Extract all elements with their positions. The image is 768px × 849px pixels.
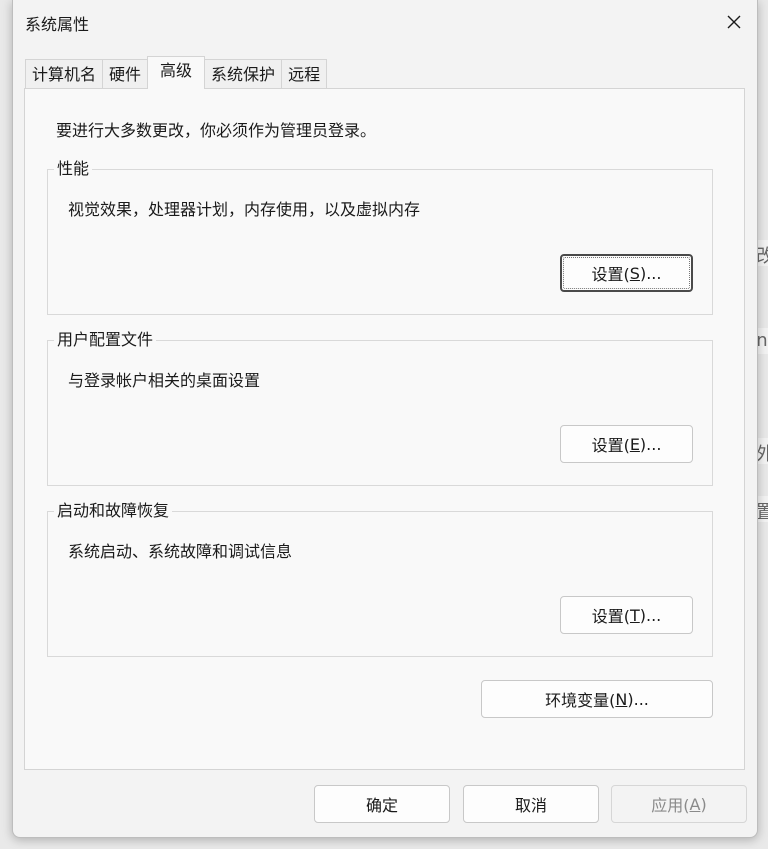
user-profile-group: 用户配置文件 与登录帐户相关的桌面设置 设置(E)...: [47, 330, 713, 486]
system-properties-dialog: 系统属性 计算机名 硬件 高级 系统保护 远程 要进行大多数更改，你必须作为管理…: [12, 0, 758, 838]
accelerator-key: T: [629, 605, 640, 625]
button-label-suffix: )...: [627, 689, 649, 709]
button-label-suffix: )...: [639, 263, 662, 283]
button-label-prefix: 设置(: [591, 436, 630, 455]
tab-advanced[interactable]: 高级: [147, 56, 206, 89]
button-label-prefix: 环境变量(: [545, 691, 616, 710]
close-icon: [727, 15, 741, 29]
title-bar[interactable]: 系统属性: [13, 0, 757, 44]
accelerator-key: N: [615, 689, 628, 709]
startup-recovery-description: 系统启动、系统故障和调试信息: [68, 542, 293, 561]
accelerator-key: A: [689, 794, 701, 814]
close-button[interactable]: [711, 0, 757, 44]
tab-system-protection[interactable]: 系统保护: [204, 59, 283, 89]
startup-recovery-title: 启动和故障恢复: [54, 501, 173, 521]
ok-button[interactable]: 确定: [314, 785, 450, 823]
tab-strip: 计算机名 硬件 高级 系统保护 远程: [25, 56, 328, 89]
button-label-suffix: )...: [639, 605, 662, 625]
button-label-suffix: ): [700, 794, 707, 814]
tab-hardware[interactable]: 硬件: [102, 59, 149, 89]
performance-group: 性能 视觉效果，处理器计划，内存使用，以及虚拟内存 设置(S)...: [47, 159, 713, 315]
user-profile-settings-button[interactable]: 设置(E)...: [560, 425, 693, 463]
tab-computer-name[interactable]: 计算机名: [25, 59, 104, 89]
tab-remote[interactable]: 远程: [281, 59, 328, 89]
button-label-prefix: 应用(: [651, 796, 690, 815]
window-title: 系统属性: [25, 15, 90, 34]
apply-button[interactable]: 应用(A): [611, 785, 747, 823]
accelerator-key: S: [629, 263, 640, 283]
user-profile-title: 用户配置文件: [54, 330, 157, 350]
accelerator-key: E: [629, 434, 640, 454]
cancel-button[interactable]: 取消: [463, 785, 599, 823]
startup-recovery-group: 启动和故障恢复 系统启动、系统故障和调试信息 设置(T)...: [47, 501, 713, 657]
button-label-suffix: )...: [639, 434, 662, 454]
user-profile-description: 与登录帐户相关的桌面设置: [68, 371, 261, 390]
admin-notice: 要进行大多数更改，你必须作为管理员登录。: [56, 121, 377, 140]
button-label-prefix: 设置(: [591, 265, 630, 284]
environment-variables-button[interactable]: 环境变量(N)...: [481, 680, 713, 718]
advanced-tab-panel: 要进行大多数更改，你必须作为管理员登录。 性能 视觉效果，处理器计划，内存使用，…: [24, 88, 745, 770]
performance-settings-button[interactable]: 设置(S)...: [560, 254, 693, 292]
performance-description: 视觉效果，处理器计划，内存使用，以及虚拟内存: [68, 200, 421, 219]
startup-recovery-settings-button[interactable]: 设置(T)...: [560, 596, 693, 634]
button-label-prefix: 设置(: [591, 607, 630, 626]
performance-title: 性能: [54, 159, 93, 179]
